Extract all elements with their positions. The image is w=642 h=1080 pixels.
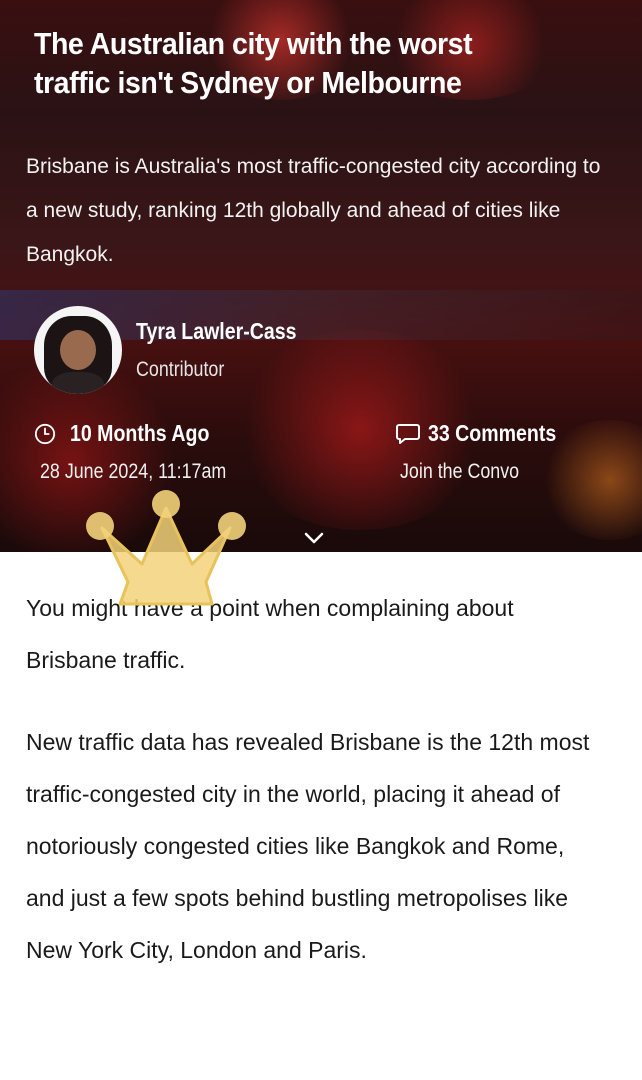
chevron-down-icon[interactable]: [302, 530, 326, 546]
comment-count[interactable]: 33 Comments: [428, 420, 556, 447]
publish-date: 28 June 2024, 11:17am: [40, 460, 227, 483]
hero-header: The Australian city with the worst traff…: [0, 0, 642, 552]
article-title: The Australian city with the worst traff…: [34, 26, 473, 100]
article-subtitle: Brisbane is Australia's most traffic-con…: [26, 155, 601, 266]
crown-icon: [86, 490, 246, 606]
avatar-face: [60, 330, 96, 370]
author-role: Contributor: [136, 358, 225, 381]
author-name[interactable]: Tyra Lawler-Cass: [136, 318, 296, 345]
avatar-body: [52, 372, 104, 394]
article-paragraph: New traffic data has revealed Brisbane i…: [26, 729, 590, 963]
join-convo-link[interactable]: Join the Convo: [400, 460, 519, 484]
comments-link[interactable]: 33 Comments Join the Convo: [396, 420, 596, 490]
clock-icon: [34, 423, 56, 445]
comment-icon: [396, 424, 420, 444]
time-ago: 10 Months Ago: [70, 420, 210, 446]
author-avatar[interactable]: [34, 306, 122, 394]
